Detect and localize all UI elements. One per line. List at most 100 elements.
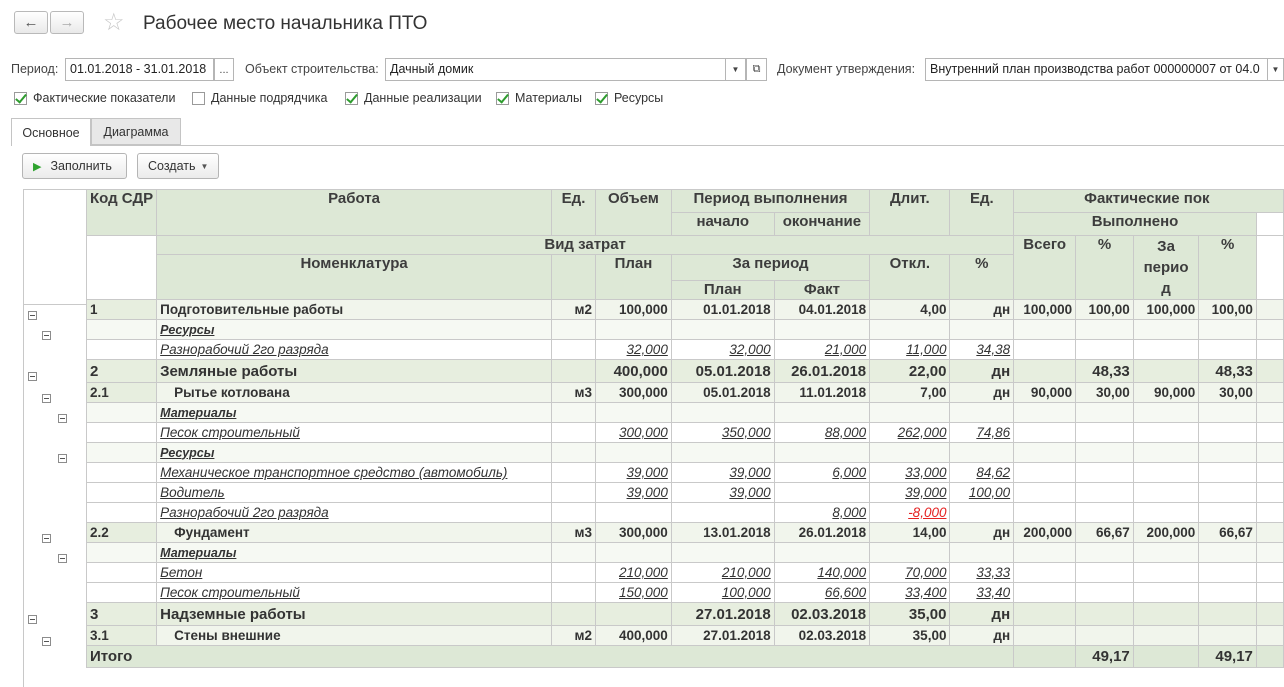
cell-dur[interactable]: 262,000 <box>869 422 951 443</box>
cell-extra[interactable] <box>1255 542 1284 563</box>
cell-start[interactable]: 32,000 <box>670 339 775 360</box>
cell-code[interactable] <box>85 402 158 423</box>
cell-pct2[interactable] <box>1198 422 1257 443</box>
cell-end[interactable]: 88,000 <box>773 422 871 443</box>
collapse-icon[interactable] <box>58 554 67 563</box>
cell-pct[interactable] <box>1075 402 1134 423</box>
cell-total[interactable] <box>1013 402 1077 423</box>
col-fact-header[interactable]: Факт <box>773 280 871 300</box>
cell-pct2[interactable] <box>1198 602 1257 626</box>
cell-dur_unit[interactable]: дн <box>949 359 1015 383</box>
cell-pct[interactable] <box>1075 422 1134 443</box>
cell-period[interactable] <box>1132 482 1200 503</box>
cell-pct[interactable] <box>1075 542 1134 563</box>
nomenclature-row[interactable]: Разнорабочий 2го разряда 32,000 32,000 21,0… <box>85 339 1284 360</box>
col-for-period-header[interactable]: За период <box>670 254 871 281</box>
object-dropdown-button[interactable]: ▼ <box>725 58 746 81</box>
cell-start[interactable] <box>670 502 775 523</box>
checkbox-contractor[interactable]: Данные подрядчика <box>192 91 327 105</box>
cell-volume[interactable] <box>595 602 672 626</box>
cell-end[interactable]: 140,000 <box>773 562 871 583</box>
cell-dur_unit[interactable]: 84,62 <box>949 462 1015 483</box>
cell-dur[interactable]: 39,000 <box>869 482 951 503</box>
work-grid[interactable]: Код СДР Работа Ед. Объем Период выполнен… <box>85 189 1284 668</box>
cell-code[interactable]: 3.1 <box>85 625 158 646</box>
cell-dur_unit[interactable] <box>949 319 1015 340</box>
cell-volume[interactable]: 39,000 <box>595 482 672 503</box>
cell-pct[interactable]: 48,33 <box>1075 359 1134 383</box>
cell-pct[interactable] <box>1075 562 1134 583</box>
cell-pct2[interactable]: 66,67 <box>1198 522 1257 543</box>
cell-pct2[interactable] <box>1198 542 1257 563</box>
cell-total[interactable] <box>1013 319 1077 340</box>
cell-extra[interactable] <box>1255 625 1284 646</box>
work-row[interactable]: 2.2 Фундамент м3 300,000 13.01.2018 26.01.201… <box>85 522 1284 543</box>
col-plan2-header[interactable]: План <box>670 280 775 300</box>
cell-volume[interactable] <box>595 442 672 463</box>
cell-volume[interactable] <box>595 402 672 423</box>
cell-period[interactable] <box>1132 359 1200 383</box>
cell-end[interactable]: 8,000 <box>773 502 871 523</box>
cell-volume[interactable] <box>595 542 672 563</box>
cell-extra[interactable] <box>1255 482 1284 503</box>
cell-pct[interactable]: 30,00 <box>1075 382 1134 403</box>
cell-total[interactable] <box>1013 625 1077 646</box>
cell-period[interactable] <box>1132 625 1200 646</box>
cell-unit[interactable] <box>551 542 597 563</box>
tab-diagram[interactable]: Диаграмма <box>91 118 181 145</box>
cell-end[interactable]: 21,000 <box>773 339 871 360</box>
checkbox-sales[interactable]: Данные реализации <box>345 91 482 105</box>
col-volume-header[interactable]: Объем <box>595 189 672 236</box>
cell-end[interactable]: 02.03.2018 <box>773 602 871 626</box>
work-row[interactable]: 1 Подготовительные работы м2 100,000 01.01.2… <box>85 299 1284 320</box>
cell-code[interactable]: 1 <box>85 299 158 320</box>
cell-unit[interactable] <box>551 442 597 463</box>
cell-total[interactable] <box>1013 339 1077 360</box>
cell-period[interactable] <box>1132 339 1200 360</box>
cell-unit[interactable] <box>551 482 597 503</box>
cell-dur[interactable]: -8,000 <box>869 502 951 523</box>
cell-start[interactable]: 100,000 <box>670 582 775 603</box>
cell-total[interactable]: 200,000 <box>1013 522 1077 543</box>
cell-period[interactable] <box>1132 319 1200 340</box>
cell-unit[interactable] <box>551 582 597 603</box>
cell-volume[interactable]: 100,000 <box>595 299 672 320</box>
cell-code[interactable] <box>85 319 158 340</box>
nomenclature-row[interactable]: Водитель 39,000 39,000 39,000 100,00 <box>85 482 1284 503</box>
cell-end[interactable]: 66,600 <box>773 582 871 603</box>
period-select-button[interactable]: ... <box>214 58 234 81</box>
col-done-header[interactable]: Выполнено <box>1013 212 1257 236</box>
cell-total[interactable]: 100,000 <box>1013 299 1077 320</box>
cell-start[interactable]: 13.01.2018 <box>670 522 775 543</box>
nomenclature-row[interactable]: Песок строительный 300,000 350,000 88,000 26… <box>85 422 1284 443</box>
cell-extra[interactable] <box>1255 299 1284 320</box>
cell-work[interactable]: Материалы <box>156 402 553 423</box>
cell-period[interactable] <box>1132 502 1200 523</box>
cell-period[interactable] <box>1132 582 1200 603</box>
cell-work[interactable]: Фундамент <box>156 522 553 543</box>
nomenclature-row[interactable]: Бетон 210,000 210,000 140,000 70,000 33,33 <box>85 562 1284 583</box>
cell-start[interactable] <box>670 542 775 563</box>
cell-extra[interactable] <box>1255 522 1284 543</box>
cell-period[interactable] <box>1132 442 1200 463</box>
cell-dur_unit[interactable] <box>949 502 1015 523</box>
cell-pct2[interactable] <box>1198 442 1257 463</box>
cell-pct[interactable] <box>1075 625 1134 646</box>
cell-end[interactable] <box>773 402 871 423</box>
cell-period[interactable]: 200,000 <box>1132 522 1200 543</box>
cell-dur[interactable]: 70,000 <box>869 562 951 583</box>
cell-unit[interactable] <box>551 402 597 423</box>
work-row[interactable]: 2 Земляные работы 400,000 05.01.2018 26.01.2… <box>85 359 1284 383</box>
cell-end[interactable] <box>773 442 871 463</box>
cell-dur_unit[interactable]: дн <box>949 625 1015 646</box>
cell-volume[interactable] <box>595 502 672 523</box>
cell-start[interactable]: 350,000 <box>670 422 775 443</box>
col-pct2-header[interactable]: % <box>1198 235 1257 300</box>
work-row[interactable]: 3 Надземные работы 27.01.2018 02.03.2018 35,… <box>85 602 1284 626</box>
cell-code[interactable] <box>85 422 158 443</box>
checkbox-actual[interactable]: Фактические показатели <box>14 91 175 105</box>
cell-end[interactable]: 6,000 <box>773 462 871 483</box>
cell-end[interactable]: 11.01.2018 <box>773 382 871 403</box>
cell-dur_unit[interactable] <box>949 542 1015 563</box>
cell-dur[interactable] <box>869 542 951 563</box>
